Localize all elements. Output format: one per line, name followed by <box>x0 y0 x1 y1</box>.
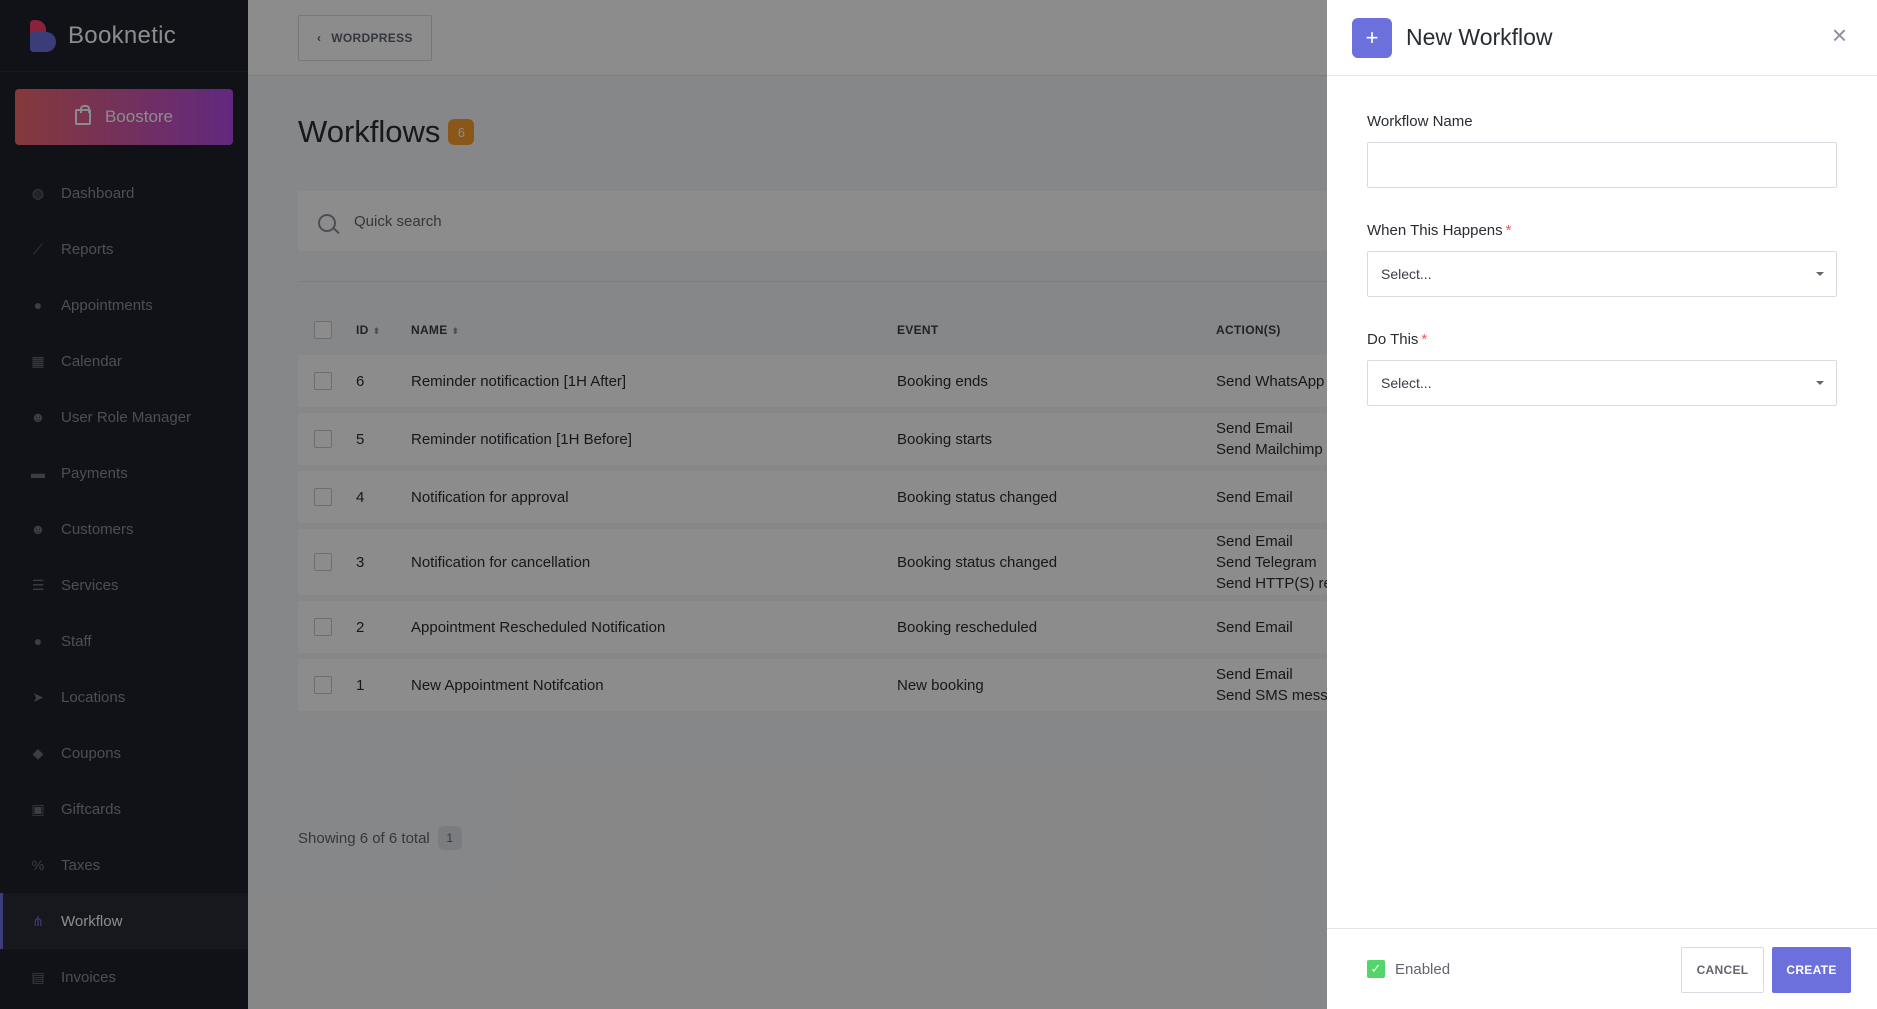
workflow-name-group: Workflow Name <box>1367 113 1837 188</box>
create-button[interactable]: CREATE <box>1772 947 1851 993</box>
required-mark: * <box>1421 331 1428 348</box>
do-select[interactable]: Select... <box>1367 360 1837 406</box>
new-workflow-panel: + New Workflow × Workflow Name When This… <box>1327 0 1877 1009</box>
required-mark: * <box>1505 222 1512 239</box>
when-select[interactable]: Select... <box>1367 251 1837 297</box>
cancel-button[interactable]: CANCEL <box>1681 947 1764 993</box>
panel-header: + New Workflow × <box>1327 0 1877 76</box>
panel-footer: ✓ Enabled CANCEL CREATE <box>1327 928 1877 1009</box>
enabled-checkbox[interactable]: ✓ <box>1367 960 1385 978</box>
when-label: When This Happens * <box>1367 222 1512 239</box>
workflow-name-label: Workflow Name <box>1367 113 1473 130</box>
do-group: Do This * Select... <box>1367 331 1837 406</box>
caret-down-icon <box>1816 381 1824 385</box>
when-select-value: Select... <box>1381 266 1432 282</box>
panel-title: New Workflow <box>1406 24 1553 50</box>
enabled-label: Enabled <box>1395 960 1451 978</box>
workflow-name-input[interactable] <box>1367 142 1837 188</box>
caret-down-icon <box>1816 272 1824 276</box>
close-icon[interactable]: × <box>1832 22 1847 48</box>
when-group: When This Happens * Select... <box>1367 222 1837 297</box>
modal-backdrop[interactable] <box>0 0 1327 1009</box>
plus-icon: + <box>1352 17 1392 58</box>
do-label: Do This * <box>1367 331 1428 348</box>
do-select-value: Select... <box>1381 375 1432 391</box>
